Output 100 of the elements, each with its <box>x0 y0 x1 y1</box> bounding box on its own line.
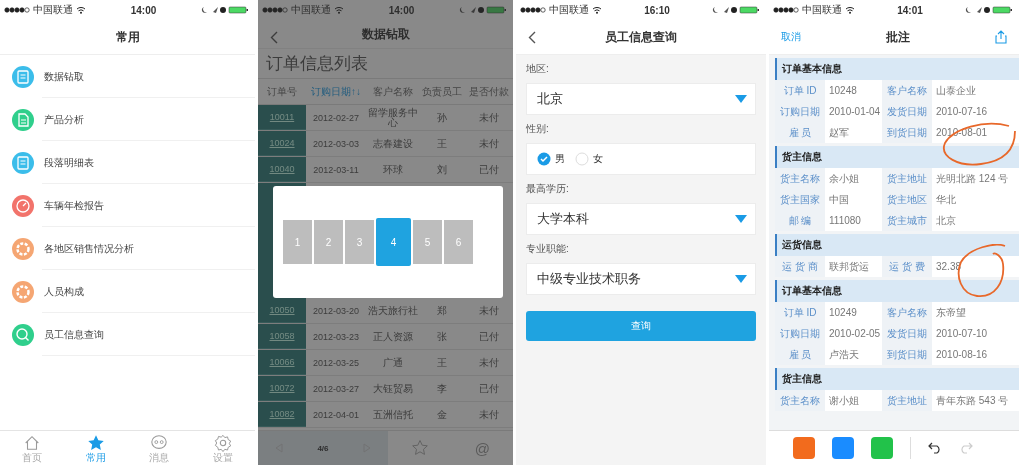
signal-icon <box>262 7 288 13</box>
menu-item[interactable]: 产品分析 <box>0 98 255 141</box>
field-label: 货主地址 <box>882 168 932 189</box>
tab[interactable]: 常用 <box>63 431 128 465</box>
column-header[interactable]: 负责员工 <box>419 84 465 99</box>
table-cell-text: 已付 <box>478 162 500 177</box>
field-label: 订单 ID <box>775 80 825 101</box>
table-cell-text: 2012-04-01 <box>311 408 360 422</box>
table-cell-text: 大钰贸易 <box>371 381 414 396</box>
status-time: 14:01 <box>897 4 923 16</box>
order-id-link[interactable]: 10072 <box>258 376 306 401</box>
menu-item[interactable]: 段落明细表 <box>0 141 255 184</box>
table-cell-text: 王 <box>436 136 448 151</box>
field-label: 运 货 商 <box>775 256 825 277</box>
pen-color-swatch[interactable] <box>793 437 815 459</box>
search-button[interactable]: 查询 <box>526 311 756 341</box>
field-value: 青年东路 543 号 <box>932 390 1019 411</box>
field-label: 最高学历: <box>526 182 570 196</box>
menu-item[interactable]: 人员构成 <box>0 270 255 313</box>
table-cell-text: 李 <box>436 381 448 396</box>
pen-color-swatch[interactable] <box>832 437 854 459</box>
screen-title: 常用 <box>115 28 140 46</box>
status-icons-drawing <box>712 6 762 14</box>
table-cell-text: 未付 <box>478 355 500 370</box>
field-label: 订购日期 <box>775 101 825 122</box>
table-cell-text: 未付 <box>478 136 500 151</box>
star-icon <box>86 433 105 452</box>
menu-item[interactable]: 车辆年检报告 <box>0 184 255 227</box>
section-header: 订单基本信息 <box>775 58 1019 80</box>
table-cell-text: 2012-02-27 <box>311 111 360 125</box>
field-label: 客户名称 <box>882 80 932 101</box>
page-button[interactable]: 2 <box>314 220 343 264</box>
back-icon[interactable] <box>528 31 536 44</box>
order-id-link[interactable]: 10050 <box>258 298 306 323</box>
field-label: 发货日期 <box>882 101 932 122</box>
field-value: 东帝望 <box>932 302 1019 323</box>
table-cell-text: 未付 <box>478 407 500 422</box>
field-value: 中国 <box>825 189 882 210</box>
tab[interactable]: 首页 <box>0 431 64 465</box>
field-label: 雇 员 <box>775 122 825 143</box>
dropdown[interactable]: 北京 <box>526 83 756 115</box>
table-cell-text: 已付 <box>478 329 500 344</box>
page-button[interactable]: 6 <box>444 220 473 264</box>
order-id-link[interactable]: 10058 <box>258 324 306 349</box>
tab[interactable]: 消息 <box>127 431 192 465</box>
status-time: 16:10 <box>644 4 670 16</box>
page-button[interactable]: 5 <box>413 220 442 264</box>
order-id-link[interactable]: 10011 <box>258 105 306 130</box>
cancel-button[interactable]: 取消 <box>781 30 801 44</box>
at-sign-button[interactable]: @ <box>474 439 491 457</box>
dropdown[interactable]: 大学本科 <box>526 203 756 235</box>
chat-bubble-icon <box>150 433 169 452</box>
field-label: 货主地址 <box>882 390 932 411</box>
menu-item[interactable]: 各地区销售情况分析 <box>0 227 255 270</box>
page-button[interactable]: 1 <box>283 220 312 264</box>
star-icon[interactable] <box>410 439 429 457</box>
back-icon[interactable] <box>270 31 278 44</box>
field-label: 货主城市 <box>882 210 932 231</box>
table-cell-text: 志春建设 <box>371 136 414 151</box>
column-header[interactable]: 客户名称 <box>366 84 419 99</box>
page-button[interactable]: 4 <box>376 218 411 266</box>
table-cell-text: 浩天旅行社 <box>366 303 419 318</box>
field-label: 专业职能: <box>526 242 570 256</box>
section-header: 货主信息 <box>775 146 1019 168</box>
order-id-link[interactable]: 10024 <box>258 131 306 156</box>
section-header: 订单基本信息 <box>775 280 1019 302</box>
screen-title: 数据钻取 <box>361 25 410 43</box>
menu-item[interactable]: 数据钻取 <box>0 55 255 98</box>
undo-icon[interactable] <box>928 442 942 454</box>
field-label: 邮 编 <box>775 210 825 231</box>
wifi-icon <box>76 6 86 14</box>
order-id-link[interactable]: 10040 <box>258 157 306 182</box>
field-label: 货主名称 <box>775 168 825 189</box>
wifi-icon <box>592 6 602 14</box>
signal-icon <box>773 7 799 13</box>
page-indicator: 4/6 <box>317 443 329 453</box>
page-button[interactable]: 3 <box>345 220 374 264</box>
field-value: 10249 <box>825 302 882 323</box>
order-id-link[interactable]: 10082 <box>258 402 306 427</box>
column-header[interactable]: 订购日期↑↓ <box>306 84 366 99</box>
status-icons-drawing <box>965 6 1015 14</box>
field-label: 运 货 费 <box>882 256 932 277</box>
order-id-link[interactable]: 10066 <box>258 350 306 375</box>
signal-icon <box>520 7 546 13</box>
field-value: 余小姐 <box>825 168 882 189</box>
field-label: 货主国家 <box>775 189 825 210</box>
dropdown-caret-icon <box>735 275 747 283</box>
tab[interactable]: 设置 <box>191 431 255 465</box>
section-header: 运货信息 <box>775 234 1019 256</box>
field-label: 地区: <box>526 62 550 76</box>
table-cell-text: 未付 <box>478 110 500 125</box>
table-cell-text: 已付 <box>478 381 500 396</box>
dropdown[interactable]: 中级专业技术职务 <box>526 263 756 295</box>
menu-item[interactable]: 员工信息查询 <box>0 313 255 356</box>
screen-title: 批注 <box>886 28 910 46</box>
share-icon[interactable] <box>995 30 1007 44</box>
table-cell-text: 正人资源 <box>371 329 414 344</box>
pen-color-swatch[interactable] <box>871 437 893 459</box>
redo-icon[interactable] <box>959 442 973 454</box>
field-label: 订单 ID <box>775 302 825 323</box>
